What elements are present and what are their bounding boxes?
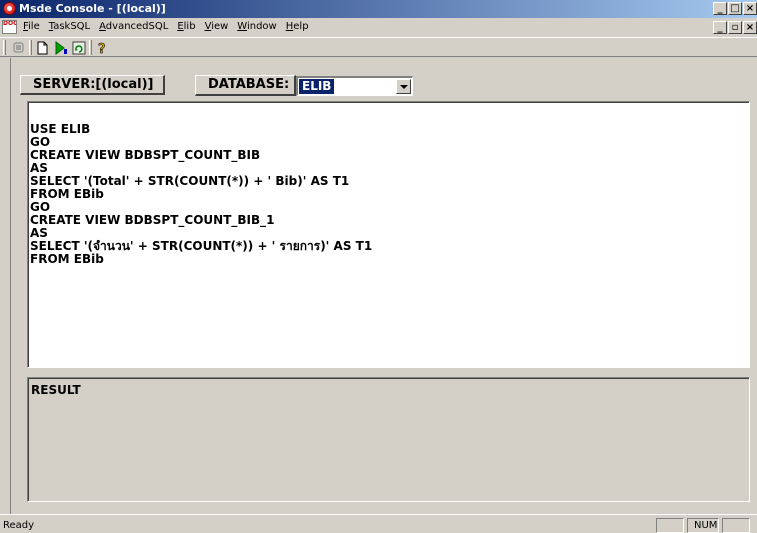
- status-cell-caps: [656, 518, 684, 533]
- sql-editor[interactable]: USE ELIB GO CREATE VIEW BDBSPT_COUNT_BIB AS…: [27, 101, 750, 368]
- status-num: NUM: [687, 518, 719, 533]
- database-label: DATABASE:: [195, 75, 296, 96]
- status-text: Ready: [3, 520, 35, 531]
- menu-help[interactable]: Help: [286, 21, 309, 32]
- status-cell-scroll: [722, 518, 750, 533]
- stop-icon[interactable]: [10, 39, 27, 56]
- mdi-close-button[interactable]: ×: [743, 21, 757, 34]
- run-query-icon[interactable]: [52, 39, 69, 56]
- svg-text:?: ?: [98, 42, 106, 55]
- database-dropdown[interactable]: ELIB: [296, 76, 413, 96]
- menu-view[interactable]: View: [205, 21, 229, 32]
- dropdown-arrow-icon[interactable]: [396, 79, 411, 94]
- new-document-icon[interactable]: [34, 39, 51, 56]
- sql-line: SELECT '(Total' + STR(COUNT(*)) + ' Bib)…: [30, 174, 350, 188]
- toolbar-separator: [29, 40, 32, 55]
- sql-line: CREATE VIEW BDBSPT_COUNT_BIB_1: [30, 213, 275, 227]
- toolbar-grip[interactable]: [3, 40, 6, 55]
- menu-bar: DOC File TaskSQL AdvancedSQL Elib View Window…: [0, 18, 757, 37]
- document-icon[interactable]: DOC: [2, 20, 17, 34]
- maximize-button[interactable]: □: [728, 2, 742, 15]
- server-label: SERVER:[(local)]: [20, 75, 165, 95]
- mdi-client-edge: [10, 58, 11, 514]
- close-button[interactable]: ×: [743, 2, 757, 15]
- mdi-minimize-button[interactable]: _: [713, 21, 727, 34]
- status-bar: Ready NUM: [0, 514, 757, 533]
- minimize-button[interactable]: _: [713, 2, 727, 15]
- sql-line: FROM EBib: [30, 252, 104, 266]
- menu-tasksql[interactable]: TaskSQL: [49, 21, 90, 32]
- sql-line: CREATE VIEW BDBSPT_COUNT_BIB: [30, 148, 261, 162]
- toolbar-separator: [89, 40, 92, 55]
- menu-elib[interactable]: Elib: [177, 21, 195, 32]
- sql-line: USE ELIB: [30, 122, 91, 136]
- window-title: Msde Console - [(local)]: [19, 2, 166, 15]
- database-selected-value[interactable]: ELIB: [299, 79, 335, 94]
- title-bar[interactable]: Msde Console - [(local)] _ □ ×: [0, 0, 757, 18]
- mdi-restore-button[interactable]: ▫: [728, 21, 742, 34]
- result-pane[interactable]: RESULT: [27, 377, 750, 502]
- sql-line: FROM EBib: [30, 187, 104, 201]
- menu-file[interactable]: File: [23, 21, 40, 32]
- refresh-icon[interactable]: [70, 39, 87, 56]
- menu-advancedsql[interactable]: AdvancedSQL: [99, 21, 168, 32]
- help-icon[interactable]: ?: [93, 39, 110, 56]
- menu-window[interactable]: Window: [237, 21, 276, 32]
- app-icon[interactable]: [3, 2, 16, 15]
- result-label: RESULT: [31, 383, 81, 397]
- toolbar: ?: [0, 37, 757, 57]
- sql-line: SELECT '(จำนวน' + STR(COUNT(*)) + ' รายก…: [30, 239, 373, 253]
